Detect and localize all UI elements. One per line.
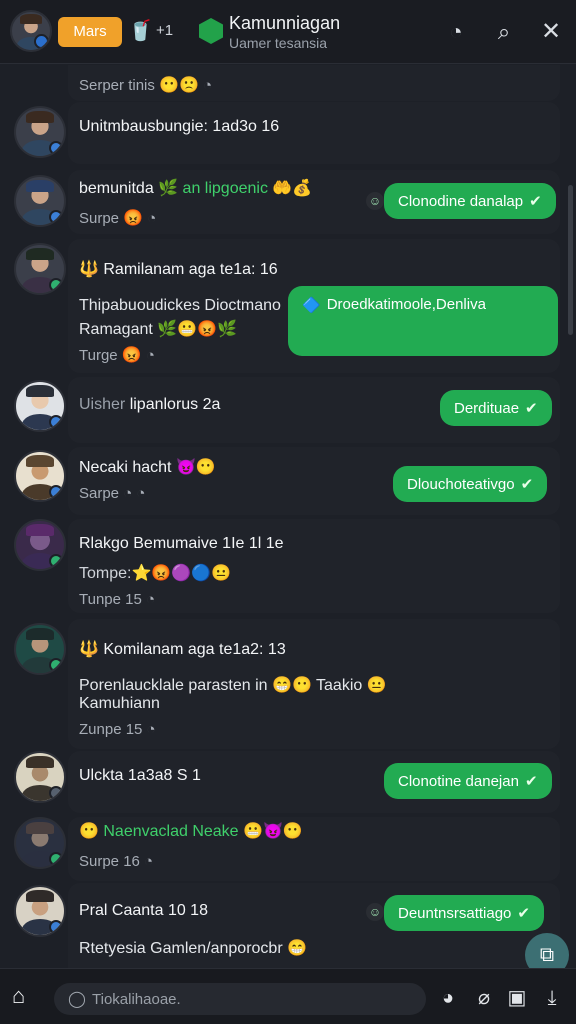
message-row[interactable]: Uisher lipanlorus 2a Derdituae ✔	[0, 377, 568, 443]
reply-bubble[interactable]: 🔷 Droedkatimoole,Denliva	[288, 286, 558, 356]
message-row[interactable]: Unitmbausbungie: 1ad3o 16	[0, 102, 568, 164]
check-icon: ✔	[529, 193, 542, 210]
reaction-icon[interactable]: ☺	[366, 192, 384, 210]
avatar[interactable]	[14, 175, 66, 227]
sender-name: Uisher lipanlorus 2a	[79, 396, 221, 413]
reply-bubble[interactable]: Deuntnsrsattiago ✔	[384, 895, 544, 931]
group-title: Kamunniagan	[229, 13, 341, 33]
message-meta: Tunpe 15 ◔	[79, 591, 156, 608]
chat-bubble-icon: ◯	[68, 991, 86, 1008]
timer-icon[interactable]: ◔	[442, 18, 470, 46]
avatar[interactable]	[14, 623, 66, 675]
reply-bubble[interactable]: Clonotine danejan ✔	[384, 763, 552, 799]
message-composer[interactable]: ◯	[54, 983, 426, 1015]
check-icon: ✔	[524, 773, 538, 790]
message-meta: Surpe 16 ◔	[79, 853, 154, 870]
message-row[interactable]: Necaki hacht 😈😶 Sarpe ◔ ◔ Dlouchoteativg…	[0, 447, 568, 515]
message-meta: Sarpe ◔ ◔	[79, 485, 146, 502]
sender-name: Unitmbausbungie: 1ad3o 16	[79, 118, 280, 135]
search-icon[interactable]: ⌕	[490, 18, 518, 46]
sender-name: Necaki hacht 😈😶	[79, 459, 216, 476]
message-row[interactable]: Rlakgo Bemumaive 1Ie 1l 1e Tompe:⭐😡🟣🔵😐 T…	[0, 519, 568, 613]
reaction-icon[interactable]: ☺	[366, 903, 384, 921]
mars-button[interactable]: Mars	[58, 17, 122, 47]
message-text: Thipabuoudickes Dioctmano	[79, 297, 281, 314]
message-meta: Serper tinis 😶🙁 ◔	[79, 77, 213, 94]
message-text: Rtetyesia Gamlen/anporocbr 😁	[79, 940, 308, 957]
message-meta: Turge 😡 ◔	[79, 347, 155, 364]
avatar[interactable]	[14, 243, 66, 295]
bottom-bar: ⌂ ◯ ◕ ⌀ ▣ ⤓	[0, 968, 576, 1024]
message-row[interactable]: Ulckta 1a3a8 S 1 Clonotine danejan ✔	[0, 751, 568, 813]
message-input[interactable]	[92, 987, 412, 1011]
sender-name: Pral Caanta 10 18	[79, 902, 208, 919]
sender-name: 🔱 Komilanam aga te1a2: 13	[79, 641, 286, 658]
gallery-icon[interactable]: ▣	[505, 986, 529, 1010]
check-icon: ✔	[525, 400, 538, 417]
message-text: Porenlaucklale parasten in 😁😶 Taakio 😐	[79, 677, 387, 694]
close-icon[interactable]: ✕	[537, 18, 565, 46]
avatar[interactable]	[14, 519, 66, 571]
sticker-icon[interactable]: ◕	[436, 986, 460, 1010]
sender-name: Rlakgo Bemumaive 1Ie 1l 1e	[79, 535, 284, 552]
check-icon: ✔	[517, 905, 530, 922]
message-text: Kamuhiann	[79, 695, 160, 712]
avatar[interactable]	[14, 380, 66, 432]
message-feed[interactable]: Serper tinis 😶🙁 ◔ Unitmbausbungie: 1ad3o…	[0, 65, 576, 968]
message-text: Ramagant 🌿😬😡🌿	[79, 321, 237, 338]
message-row[interactable]: 🔱 Ramilanam aga te1a: 16 Thipabuoudickes…	[0, 239, 568, 373]
attach-icon[interactable]: ⌀	[472, 986, 496, 1010]
message-meta: Surpe 😡 ◔	[79, 210, 157, 227]
reply-bubble[interactable]: Dlouchoteativgo ✔	[393, 466, 548, 502]
avatar[interactable]	[14, 751, 66, 803]
avatar[interactable]	[14, 817, 66, 869]
avatar[interactable]	[14, 885, 66, 937]
message-row[interactable]: 🔱 Komilanam aga te1a2: 13 Porenlaucklale…	[0, 619, 568, 749]
avatar[interactable]	[14, 106, 66, 158]
member-count: +1	[156, 22, 174, 39]
message-row[interactable]: Pral Caanta 10 18 Rtetyesia Gamlen/anpor…	[0, 883, 568, 968]
send-icon[interactable]: ⤓	[540, 986, 564, 1010]
user-avatar[interactable]	[10, 10, 52, 52]
scrollbar[interactable]	[568, 185, 573, 335]
message-meta: Zunpe 15 ◔	[79, 721, 156, 738]
sender-name: 😶 Naenvaclad Neake 😬😈😶	[79, 823, 303, 840]
sender-name: bemunitda 🌿 an lipgoenic 🤲💰	[79, 180, 313, 197]
message-row[interactable]: bemunitda 🌿 an lipgoenic 🤲💰 Surpe 😡 ◔ ☺ …	[0, 170, 568, 234]
group-icon	[199, 18, 223, 44]
flag-icon[interactable]: 🥤	[128, 18, 153, 43]
sender-name: Ulckta 1a3a8 S 1	[79, 767, 201, 784]
check-icon: ✔	[520, 476, 534, 493]
reply-bubble[interactable]: Derdituae ✔	[440, 390, 552, 426]
avatar[interactable]	[14, 450, 66, 502]
chat-header: Mars 🥤 +1 Kamunniagan Uamer tesansia ◔ ⌕…	[0, 0, 576, 64]
message-row[interactable]: 😶 Naenvaclad Neake 😬😈😶 Surpe 16 ◔	[0, 817, 568, 881]
message-text: Tompe:⭐😡🟣🔵😐	[79, 565, 232, 582]
reply-bubble[interactable]: Clonodine danalap ✔	[384, 183, 556, 219]
message-row: Serper tinis 😶🙁 ◔	[0, 65, 568, 101]
home-icon[interactable]: ⌂	[12, 983, 25, 1009]
group-subtitle: Uamer tesansia	[229, 35, 328, 51]
sender-name: 🔱 Ramilanam aga te1a: 16	[79, 261, 278, 278]
